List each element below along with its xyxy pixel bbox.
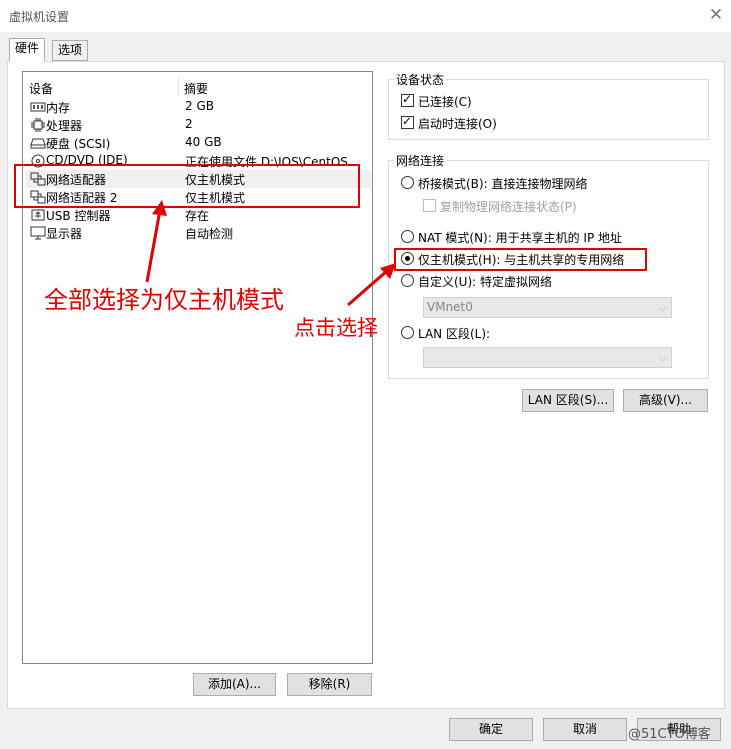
window-title: 虚拟机设置 bbox=[9, 10, 70, 24]
lan-segment-select[interactable]: ⌵ bbox=[423, 347, 672, 368]
title-bar: 虚拟机设置 ✕ bbox=[0, 0, 731, 32]
advanced-button[interactable]: 高级(V)... bbox=[623, 389, 708, 412]
custom-network-value: VMnet0 bbox=[427, 300, 473, 314]
device-name: 处理器 bbox=[46, 119, 83, 133]
replicate-state-label[interactable]: 复制物理网络连接状态(P) bbox=[440, 198, 577, 215]
network-connection-title: 网络连接 bbox=[394, 152, 447, 169]
device-name: 内存 bbox=[46, 101, 71, 115]
device-row-cd-dvd[interactable]: CD/DVD (IDE) 正在使用文件 D:\IOS\CentOS-... bbox=[26, 152, 371, 170]
remove-button[interactable]: 移除(R) bbox=[287, 673, 372, 696]
custom-radio[interactable] bbox=[401, 274, 414, 287]
tab-options-label: 选项 bbox=[58, 43, 83, 57]
lan-segment-label[interactable]: LAN 区段(L): bbox=[418, 325, 490, 342]
device-row-memory[interactable]: 内存 2 GB bbox=[26, 98, 371, 116]
tab-options[interactable]: 选项 bbox=[52, 40, 89, 61]
device-list[interactable]: 设备 摘要 内存 2 GB 处理器 2 硬盘 (SCSI) 40 GB CD/D… bbox=[22, 71, 373, 664]
cpu-icon bbox=[31, 118, 45, 132]
custom-network-select[interactable]: VMnet0 ⌵ bbox=[423, 297, 672, 318]
usb-controller-icon bbox=[31, 209, 45, 221]
device-summary: 2 bbox=[185, 117, 193, 131]
bridged-label[interactable]: 桥接模式(B): 直接连接物理网络 bbox=[418, 175, 587, 192]
lan-segments-button[interactable]: LAN 区段(S)... bbox=[522, 389, 614, 412]
column-header-device[interactable]: 设备 bbox=[29, 80, 53, 97]
device-name: 硬盘 (SCSI) bbox=[46, 137, 111, 151]
tab-hardware[interactable]: 硬件 bbox=[9, 38, 46, 62]
device-summary: 40 GB bbox=[185, 135, 222, 149]
check-icon: ✓ bbox=[402, 92, 413, 106]
network-adapter-icon bbox=[30, 172, 46, 186]
device-row-hard-disk[interactable]: 硬盘 (SCSI) 40 GB bbox=[26, 134, 371, 152]
annotation-click-select: 点击选择 bbox=[294, 316, 378, 340]
chevron-down-icon: ⌵ bbox=[659, 303, 667, 314]
nat-label[interactable]: NAT 模式(N): 用于共享主机的 IP 地址 bbox=[418, 229, 622, 246]
cd-dvd-icon bbox=[31, 154, 45, 168]
nat-radio[interactable] bbox=[401, 230, 414, 243]
device-row-display[interactable]: 显示器 自动检测 bbox=[26, 224, 371, 242]
network-adapter-icon bbox=[30, 190, 46, 204]
connected-label[interactable]: 已连接(C) bbox=[418, 93, 472, 110]
ok-button[interactable]: 确定 bbox=[449, 718, 533, 741]
annotation-select-all: 全部选择为仅主机模式 bbox=[44, 286, 284, 314]
device-name: 网络适配器 bbox=[46, 173, 107, 187]
device-summary: 仅主机模式 bbox=[185, 191, 246, 205]
device-summary: 正在使用文件 D:\IOS\CentOS-... bbox=[185, 155, 363, 169]
device-name: 网络适配器 2 bbox=[46, 191, 118, 205]
device-row-network-adapter-2[interactable]: 网络适配器 2 仅主机模式 bbox=[26, 188, 371, 206]
device-summary: 2 GB bbox=[185, 99, 214, 113]
device-row-usb-controller[interactable]: USB 控制器 存在 bbox=[26, 206, 371, 224]
connect-at-power-on-checkbox[interactable]: ✓ bbox=[401, 114, 414, 129]
cancel-button[interactable]: 取消 bbox=[543, 718, 627, 741]
add-button[interactable]: 添加(A)... bbox=[193, 673, 276, 696]
watermark: @51CTO博客 bbox=[628, 727, 711, 742]
device-name: USB 控制器 bbox=[46, 209, 111, 223]
device-name: 显示器 bbox=[46, 227, 83, 241]
lan-segment-radio[interactable] bbox=[401, 326, 414, 339]
close-icon[interactable]: ✕ bbox=[701, 0, 731, 30]
hard-disk-icon bbox=[30, 138, 46, 149]
chevron-down-icon: ⌵ bbox=[659, 353, 667, 364]
host-only-label[interactable]: 仅主机模式(H): 与主机共享的专用网络 bbox=[418, 251, 624, 268]
connect-at-power-on-label[interactable]: 启动时连接(O) bbox=[418, 115, 497, 132]
bridged-radio[interactable] bbox=[401, 176, 414, 189]
device-row-network-adapter[interactable]: 网络适配器 仅主机模式 bbox=[26, 170, 371, 188]
radio-dot-icon bbox=[405, 256, 410, 261]
column-divider[interactable] bbox=[178, 76, 179, 96]
replicate-state-checkbox[interactable] bbox=[423, 199, 436, 212]
connected-checkbox[interactable]: ✓ bbox=[401, 92, 414, 107]
device-summary: 仅主机模式 bbox=[185, 173, 246, 187]
device-row-processor[interactable]: 处理器 2 bbox=[26, 116, 371, 134]
tab-hardware-label: 硬件 bbox=[15, 41, 40, 55]
check-icon: ✓ bbox=[402, 114, 413, 128]
device-name: CD/DVD (IDE) bbox=[46, 153, 128, 167]
device-status-title: 设备状态 bbox=[394, 71, 447, 88]
device-summary: 存在 bbox=[185, 209, 210, 223]
host-only-radio[interactable] bbox=[401, 252, 414, 265]
device-summary: 自动检测 bbox=[185, 227, 234, 241]
display-icon bbox=[30, 226, 46, 240]
custom-label[interactable]: 自定义(U): 特定虚拟网络 bbox=[418, 273, 552, 290]
memory-icon bbox=[30, 102, 46, 112]
column-header-summary[interactable]: 摘要 bbox=[184, 80, 208, 97]
